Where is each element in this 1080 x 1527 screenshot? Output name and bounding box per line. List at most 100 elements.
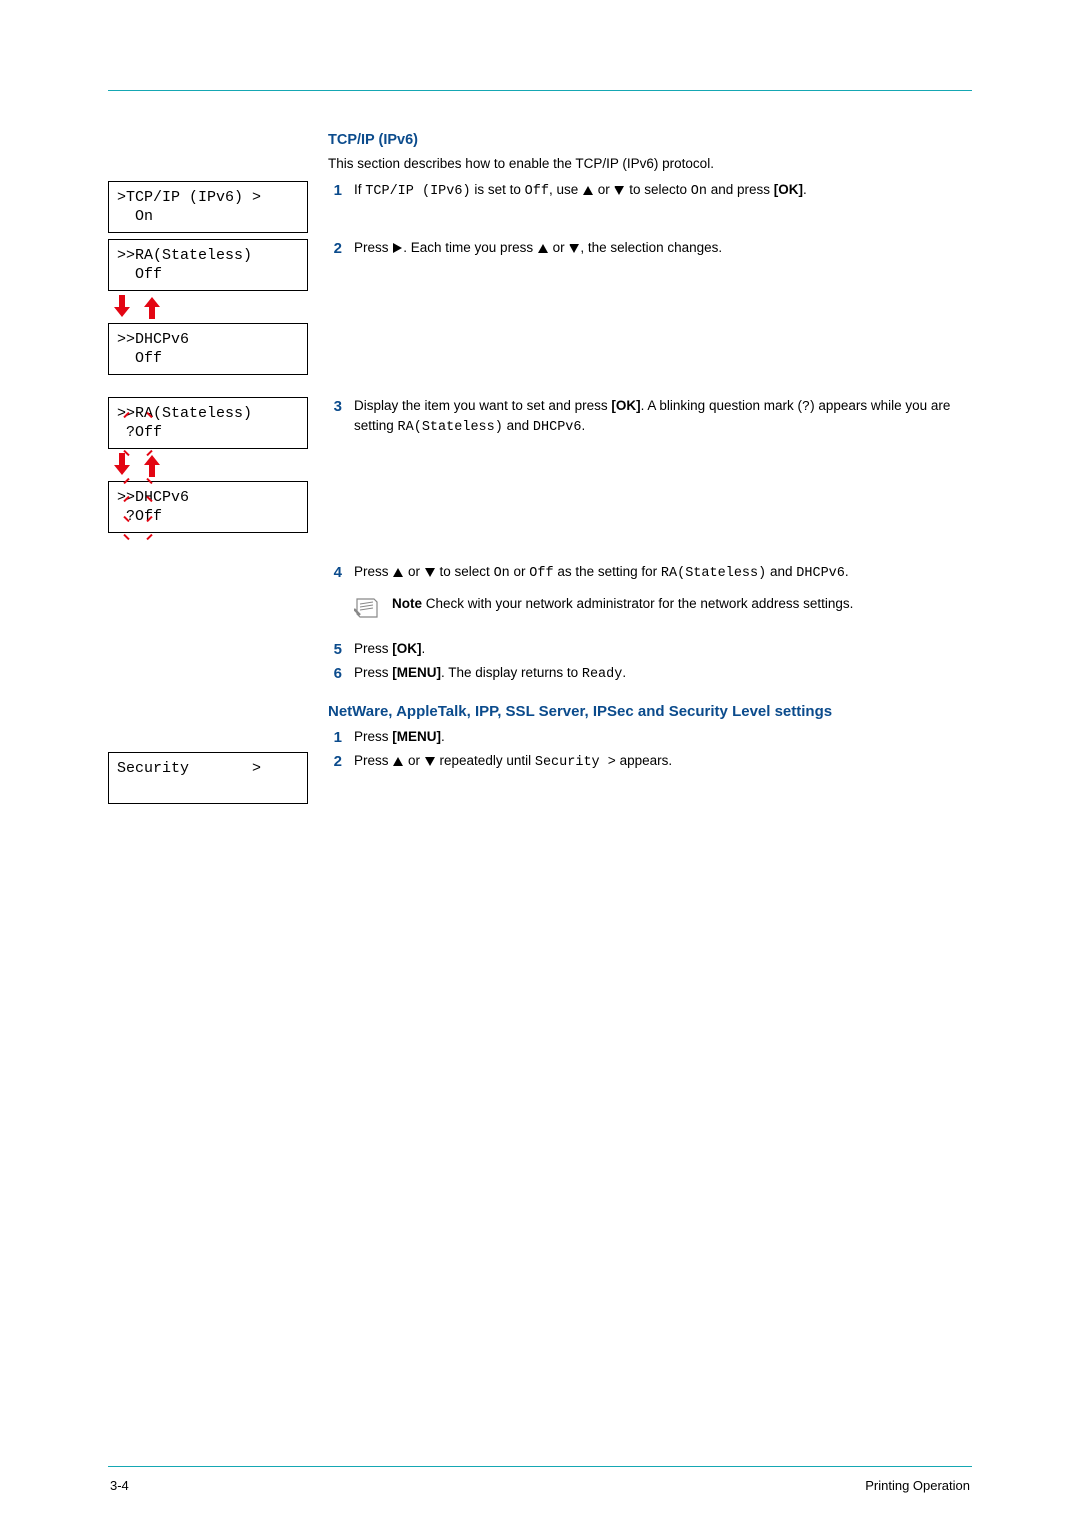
text: . <box>845 564 849 579</box>
row-step-3: >>RA(Stateless) ?Off >>DHCPv6 ?Off 3 <box>108 397 972 533</box>
ok-label: [OK] <box>611 398 640 413</box>
text: , use <box>549 182 582 197</box>
section-title-netware: NetWare, AppleTalk, IPP, SSL Server, IPS… <box>328 702 972 722</box>
mono-text: DHCPv6 <box>796 566 845 581</box>
step-number: 3 <box>328 397 342 417</box>
text: . The display returns to <box>441 665 582 680</box>
step-body: If TCP/IP (IPv6) is set to Off, use or t… <box>354 181 972 201</box>
mono-text: Ready <box>582 667 623 682</box>
text: Press <box>354 641 392 656</box>
lcd-line: Off <box>117 266 162 283</box>
text: . Each time you press <box>403 240 537 255</box>
row-step-2: >>RA(Stateless) Off >>DHCPv6 Off 2 Press… <box>108 239 972 375</box>
ok-label: [OK] <box>392 641 421 656</box>
row-steps-456: 4 Press or to select On or Off as the se… <box>108 563 972 748</box>
mono-text: TCP/IP (IPv6) <box>365 184 470 199</box>
mono-text: Off <box>529 566 553 581</box>
step-number: 5 <box>328 640 342 660</box>
step-body: Press [OK]. <box>354 640 972 658</box>
note-label: Note <box>392 596 422 611</box>
step-number: 1 <box>328 728 342 748</box>
text: repeatedly until <box>436 753 535 768</box>
step-body: Press . Each time you press or , the sel… <box>354 239 972 258</box>
text: and press <box>707 182 774 197</box>
text: Press <box>354 753 392 768</box>
step-number: 6 <box>328 664 342 684</box>
text: , the selection changes. <box>580 240 722 255</box>
note-icon <box>354 595 382 624</box>
menu-label: [MENU] <box>392 665 441 680</box>
menu-label: [MENU] <box>392 729 441 744</box>
lcd-ra-stateless-blink: >>RA(Stateless) ?Off <box>108 397 308 449</box>
lcd-line: Off <box>117 350 162 367</box>
lcd-dhcpv6: >>DHCPv6 Off <box>108 323 308 375</box>
step-number: 4 <box>328 563 342 583</box>
triangle-up-icon <box>393 563 403 581</box>
blink-marks <box>119 502 191 580</box>
text: . <box>582 418 586 433</box>
lcd-line: >>DHCPv6 <box>117 331 189 348</box>
step-body: Press or to select On or Off as the sett… <box>354 563 972 624</box>
block-heading: TCP/IP (IPv6) This section describes how… <box>108 131 972 181</box>
triangle-down-icon <box>425 563 435 581</box>
section-intro: This section describes how to enable the… <box>328 155 972 173</box>
mono-text: DHCPv6 <box>533 420 582 435</box>
mono-text: Security > <box>535 755 616 770</box>
text: . <box>803 182 807 197</box>
step-body: Press [MENU]. The display returns to Rea… <box>354 664 972 684</box>
text: and <box>766 564 796 579</box>
ok-label: [OK] <box>774 182 803 197</box>
arrow-down-icon <box>114 295 130 319</box>
bottom-rule <box>108 1466 972 1467</box>
page-number: 3-4 <box>110 1477 129 1495</box>
text: . <box>441 729 445 744</box>
step-body: Display the item you want to set and pre… <box>354 397 972 437</box>
arrow-up-icon <box>144 453 160 477</box>
mono-text: On <box>494 566 510 581</box>
mono-text: ? <box>802 400 810 415</box>
text: . <box>422 641 426 656</box>
text: Press <box>354 665 392 680</box>
row-step-1: >TCP/IP (IPv6) > On 1 If TCP/IP (IPv6) i… <box>108 181 972 233</box>
lcd-line: >>RA(Stateless) <box>117 247 252 264</box>
text: is set to <box>471 182 525 197</box>
text: and <box>503 418 533 433</box>
note-row: Note Check with your network administrat… <box>354 595 972 624</box>
lcd-line: >TCP/IP (IPv6) > <box>117 189 261 206</box>
lcd-tcpip-ipv6: >TCP/IP (IPv6) > On <box>108 181 308 233</box>
arrows-row <box>108 291 310 323</box>
text: to selecto <box>625 182 690 197</box>
triangle-up-icon <box>393 752 403 770</box>
triangle-down-icon <box>569 239 579 257</box>
step-body: Press [MENU]. <box>354 728 972 746</box>
text: Display the item you want to set and pre… <box>354 398 611 413</box>
lcd-ra-stateless: >>RA(Stateless) Off <box>108 239 308 291</box>
text: Press <box>354 564 392 579</box>
text: If <box>354 182 365 197</box>
lcd-dhcpv6-blink: >>DHCPv6 ?Off <box>108 481 308 533</box>
step-number: 2 <box>328 752 342 772</box>
text: Check with your network administrator fo… <box>422 596 853 611</box>
mono-text: RA(Stateless) <box>661 566 766 581</box>
triangle-right-icon <box>393 239 402 257</box>
mono-text: On <box>691 184 707 199</box>
triangle-down-icon <box>425 752 435 770</box>
note-text: Note Check with your network administrat… <box>392 595 972 613</box>
text: appears. <box>616 753 672 768</box>
mono-text: RA(Stateless) <box>398 420 503 435</box>
triangle-up-icon <box>538 239 548 257</box>
top-rule <box>108 90 972 91</box>
text: as the setting for <box>554 564 661 579</box>
lcd-line: Security > <box>117 760 261 777</box>
step-body: Press or repeatedly until Security > app… <box>354 752 972 772</box>
section-title-tcpip: TCP/IP (IPv6) <box>328 131 972 151</box>
text: . A blinking question mark ( <box>641 398 802 413</box>
triangle-down-icon <box>614 181 624 199</box>
text: Press <box>354 240 392 255</box>
arrow-down-icon <box>114 453 130 477</box>
footer-title: Printing Operation <box>865 1477 970 1495</box>
triangle-up-icon <box>583 181 593 199</box>
text: to select <box>436 564 494 579</box>
lcd-security: Security > <box>108 752 308 804</box>
step-number: 2 <box>328 239 342 259</box>
